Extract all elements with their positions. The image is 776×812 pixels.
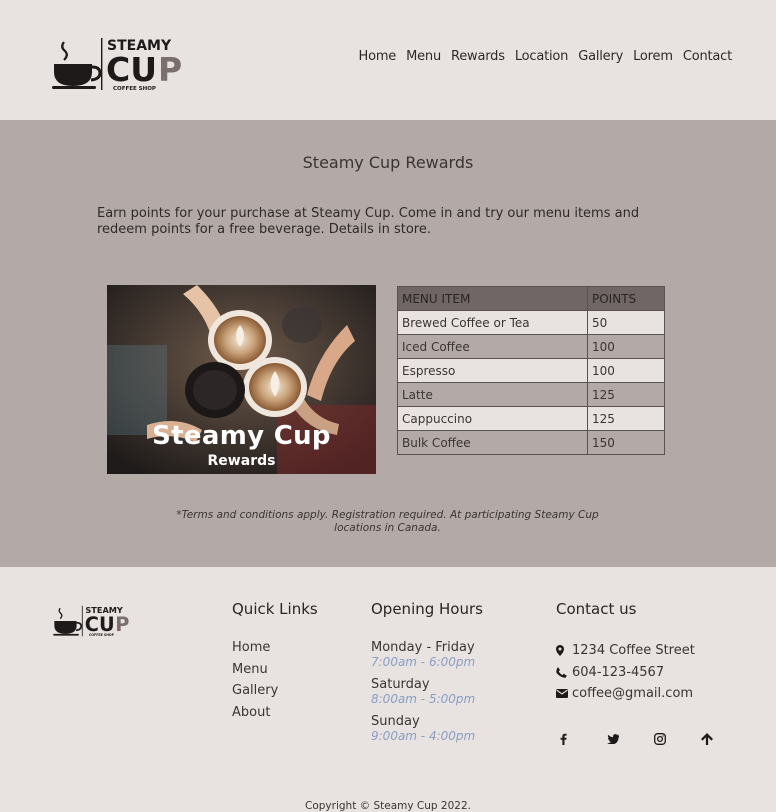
- opening-hours-title: Opening Hours: [371, 600, 483, 618]
- nav-home[interactable]: Home: [359, 49, 397, 64]
- points-cell: 100: [587, 334, 665, 359]
- arrow-up-icon[interactable]: [701, 730, 748, 748]
- photo-subtitle: Rewards: [207, 453, 276, 469]
- table-row: Latte 125: [397, 382, 665, 407]
- terms-note: *Terms and conditions apply. Registratio…: [176, 509, 599, 534]
- menu-item-cell: Cappuccino: [397, 406, 588, 431]
- phone-text[interactable]: 604-123-4567: [572, 665, 664, 680]
- social-links: [560, 730, 748, 748]
- points-cell: 50: [587, 310, 665, 335]
- steamy-cup-logo[interactable]: STEAMY CU P COFFEE SHOP: [50, 36, 190, 92]
- email-text[interactable]: coffee@gmail.com: [572, 686, 693, 701]
- svg-text:COFFEE SHOP: COFFEE SHOP: [89, 633, 115, 637]
- map-pin-icon: [556, 645, 572, 657]
- svg-text:P: P: [115, 613, 129, 636]
- nav-gallery[interactable]: Gallery: [578, 49, 623, 64]
- contact-phone: 604-123-4567: [556, 662, 695, 684]
- twitter-icon[interactable]: [607, 730, 654, 748]
- nav-contact[interactable]: Contact: [683, 49, 732, 64]
- steam-icon: [61, 41, 68, 61]
- points-cell: 150: [587, 430, 665, 455]
- rewards-photo: Steamy Cup Rewards: [107, 285, 376, 474]
- footer-link-menu[interactable]: Menu: [232, 662, 278, 684]
- contact-list: 1234 Coffee Street 604-123-4567 coffee@g…: [556, 640, 695, 705]
- footer-link-home[interactable]: Home: [232, 640, 278, 662]
- table-row: Cappuccino 125: [397, 406, 665, 431]
- table-row: Bulk Coffee 150: [397, 430, 665, 455]
- hours-day: Saturday: [371, 677, 430, 692]
- copyright-text: Copyright © Steamy Cup 2022.: [305, 800, 471, 812]
- rewards-table: MENU ITEM POINTS Brewed Coffee or Tea 50…: [397, 286, 665, 455]
- menu-item-cell: Brewed Coffee or Tea: [397, 310, 588, 335]
- svg-text:COFFEE SHOP: COFFEE SHOP: [113, 86, 156, 92]
- footer-logo[interactable]: STEAMY CU P COFFEE SHOP: [52, 601, 134, 641]
- photo-title: Steamy Cup: [152, 421, 331, 451]
- facebook-icon[interactable]: [560, 730, 607, 748]
- svg-text:P: P: [158, 50, 182, 89]
- points-cell: 125: [587, 406, 665, 431]
- contact-title: Contact us: [556, 600, 637, 618]
- table-row: Iced Coffee 100: [397, 334, 665, 359]
- rewards-intro: Earn points for your purchase at Steamy …: [97, 206, 640, 237]
- svg-text:CU: CU: [106, 50, 157, 89]
- page-title: Steamy Cup Rewards: [302, 153, 474, 172]
- cup-icon: [54, 621, 77, 634]
- instagram-icon[interactable]: [654, 730, 701, 748]
- table-row: Espresso 100: [397, 358, 665, 383]
- column-header-points: POINTS: [587, 286, 665, 311]
- steam-icon: [58, 607, 63, 620]
- phone-icon: [556, 666, 572, 678]
- contact-email: coffee@gmail.com: [556, 683, 695, 705]
- footer-link-about[interactable]: About: [232, 705, 278, 727]
- menu-item-cell: Latte: [397, 382, 588, 407]
- nav-menu[interactable]: Menu: [406, 49, 441, 64]
- table-header-row: MENU ITEM POINTS: [397, 286, 665, 311]
- points-cell: 100: [587, 358, 665, 383]
- hours-time: 7:00am - 6:00pm: [371, 655, 476, 669]
- footer-link-gallery[interactable]: Gallery: [232, 683, 278, 705]
- table-row: Brewed Coffee or Tea 50: [397, 310, 665, 335]
- hours-time: 8:00am - 5:00pm: [371, 692, 476, 706]
- rewards-section: Steamy Cup Rewards Earn points for your …: [0, 120, 776, 567]
- contact-address: 1234 Coffee Street: [556, 640, 695, 662]
- quick-links-title: Quick Links: [232, 600, 318, 618]
- address-text: 1234 Coffee Street: [572, 643, 695, 659]
- nav-rewards[interactable]: Rewards: [451, 49, 505, 64]
- opening-hours-list: Monday - Friday 7:00am - 6:00pm Saturday…: [371, 640, 475, 751]
- site-footer: STEAMY CU P COFFEE SHOP Quick Links Home…: [0, 567, 776, 812]
- hours-day: Sunday: [371, 714, 420, 729]
- cup-icon: [54, 64, 92, 86]
- envelope-icon: [556, 689, 572, 699]
- site-header: STEAMY CU P COFFEE SHOP Home Menu Reward…: [0, 0, 776, 120]
- hours-time: 9:00am - 4:00pm: [371, 729, 476, 743]
- menu-item-cell: Bulk Coffee: [397, 430, 588, 455]
- nav-lorem[interactable]: Lorem: [633, 49, 673, 64]
- main-nav: Home Menu Rewards Location Gallery Lorem…: [359, 49, 733, 64]
- hours-day: Monday - Friday: [371, 640, 475, 655]
- svg-text:CU: CU: [85, 613, 115, 636]
- column-header-menu-item: MENU ITEM: [397, 286, 588, 311]
- nav-location[interactable]: Location: [515, 49, 569, 64]
- points-cell: 125: [587, 382, 665, 407]
- menu-item-cell: Iced Coffee: [397, 334, 588, 359]
- quick-links-list: Home Menu Gallery About: [232, 640, 278, 727]
- menu-item-cell: Espresso: [397, 358, 588, 383]
